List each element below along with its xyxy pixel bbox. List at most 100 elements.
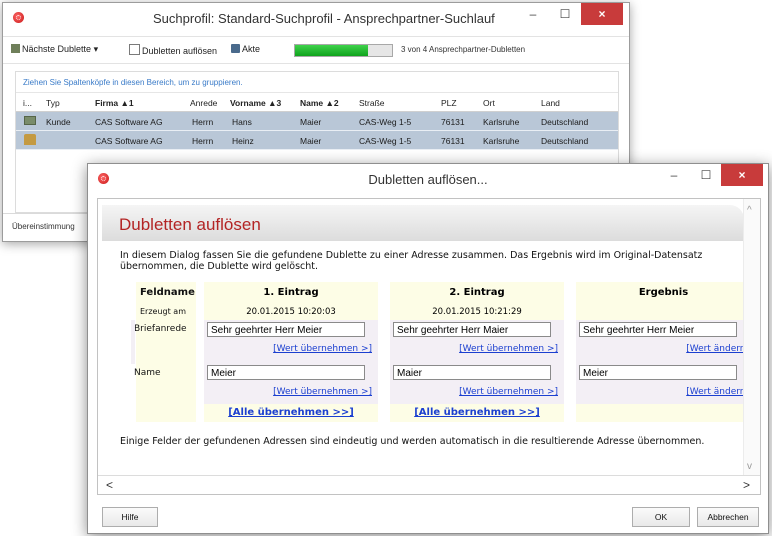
cell-zip: 76131 — [441, 117, 465, 127]
cell-lastname: Maier — [300, 136, 322, 146]
entry2-take-salutation-link[interactable]: [Wert übernehmen >] — [459, 344, 558, 354]
col-header-firstname[interactable]: Vorname ▲3 — [230, 98, 281, 108]
col-header-street[interactable]: Straße — [359, 98, 385, 108]
cell-country: Deutschland — [541, 136, 589, 146]
entry2-header: 2. Eintrag — [449, 287, 505, 298]
status-tab[interactable]: Übereinstimmung — [3, 213, 93, 240]
group-hint[interactable]: Ziehen Sie Spaltenköpfe in diesen Bereic… — [23, 78, 243, 87]
resolve-duplicates-dialog: Dubletten auflösen... – ☐ × Dubletten au… — [87, 163, 769, 534]
customer-icon — [24, 116, 36, 125]
col-header-country[interactable]: Land — [541, 98, 560, 108]
cell-firstname: Heinz — [232, 136, 254, 146]
cell-lastname: Maier — [300, 117, 322, 127]
compare-table: Feldname Erzeugt am Briefanrede Name 1. … — [131, 282, 751, 422]
window-title: Suchprofil: Standard-Suchprofil - Anspre… — [153, 11, 495, 26]
cell-type: Kunde — [46, 117, 71, 127]
maximize-button[interactable]: ☐ — [551, 3, 579, 25]
entry1-header: 1. Eintrag — [263, 287, 319, 298]
field-name-header: Feldname — [140, 287, 195, 298]
progress-fill — [295, 45, 368, 56]
resolve-duplicates-button[interactable]: Dubletten auflösen — [129, 44, 217, 56]
cell-salutation: Herrn — [192, 136, 214, 146]
col-header-zip[interactable]: PLZ — [441, 98, 457, 108]
folder-icon — [231, 44, 240, 53]
close-button[interactable]: × — [581, 3, 623, 25]
maximize-button[interactable]: ☐ — [692, 164, 720, 186]
dialog-footer: Hilfe OK Abbrechen — [88, 497, 768, 533]
intro-text: In diesem Dialog fassen Sie die gefunden… — [120, 250, 703, 272]
entry1-take-all-link[interactable]: [Alle übernehmen >>] — [204, 407, 378, 418]
progress-bar — [294, 44, 393, 57]
title-bar: Suchprofil: Standard-Suchprofil - Anspre… — [3, 3, 629, 33]
dialog-content: Dubletten auflösen In diesem Dialog fass… — [97, 198, 761, 495]
scroll-left-icon[interactable]: < — [106, 478, 113, 492]
scroll-down-icon[interactable]: v — [747, 461, 752, 472]
entry2-salutation-field[interactable]: Sehr geehrter Herr Maier — [393, 322, 551, 337]
col-header-lastname[interactable]: Name ▲2 — [300, 98, 339, 108]
salutation-label: Briefanrede — [134, 324, 187, 334]
change-salutation-link[interactable]: [Wert ändern] — [686, 344, 749, 354]
minimize-button[interactable]: – — [660, 164, 688, 186]
help-button[interactable]: Hilfe — [102, 507, 158, 527]
cell-city: Karlsruhe — [483, 117, 520, 127]
col-header-info[interactable]: i... — [23, 98, 32, 108]
entry1-name-field[interactable]: Meier — [207, 365, 365, 380]
entry2-date: 20.01.2015 10:21:29 — [432, 307, 522, 317]
scroll-right-icon[interactable]: > — [743, 478, 750, 492]
created-label: Erzeugt am — [140, 307, 186, 316]
close-button[interactable]: × — [721, 164, 763, 186]
minimize-button[interactable]: – — [519, 3, 547, 25]
next-duplicate-button[interactable]: Nächste Dublette ▾ — [11, 44, 98, 55]
status-tab-label: Übereinstimmung — [12, 222, 75, 231]
person-icon — [11, 44, 20, 53]
entry2-column: 2. Eintrag 20.01.2015 10:21:29 Sehr geeh… — [390, 282, 564, 422]
progress-text: 3 von 4 Ansprechpartner-Dubletten — [401, 45, 526, 54]
dropdown-arrow-icon[interactable]: ▾ — [94, 44, 99, 54]
cell-company: CAS Software AG — [95, 136, 163, 146]
document-icon — [129, 44, 140, 55]
cell-street: CAS-Weg 1-5 — [359, 117, 412, 127]
cell-firstname: Hans — [232, 117, 252, 127]
col-header-city[interactable]: Ort — [483, 98, 495, 108]
cell-city: Karlsruhe — [483, 136, 520, 146]
result-salutation-field[interactable]: Sehr geehrter Herr Meier — [579, 322, 737, 337]
table-row[interactable]: Kunde CAS Software AG Herrn Hans Maier C… — [16, 112, 618, 131]
vertical-scrollbar[interactable]: ^ v — [743, 199, 760, 494]
entry1-column: 1. Eintrag 20.01.2015 10:20:03 Sehr geeh… — [204, 282, 378, 422]
salutation-row-marker — [131, 320, 135, 364]
col-header-type[interactable]: Typ — [46, 98, 60, 108]
entry2-take-all-link[interactable]: [Alle übernehmen >>] — [390, 407, 564, 418]
file-button[interactable]: Akte — [231, 44, 260, 54]
entry1-take-name-link[interactable]: [Wert übernehmen >] — [273, 387, 372, 397]
next-duplicate-label: Nächste Dublette — [22, 44, 92, 54]
cell-street: CAS-Weg 1-5 — [359, 136, 412, 146]
cell-zip: 76131 — [441, 136, 465, 146]
entry2-name-field[interactable]: Maier — [393, 365, 551, 380]
col-header-company[interactable]: Firma ▲1 — [95, 98, 134, 108]
contact-person-icon — [24, 134, 36, 145]
result-name-field[interactable]: Meier — [579, 365, 737, 380]
cell-country: Deutschland — [541, 117, 589, 127]
change-name-link[interactable]: [Wert ändern] — [686, 387, 749, 397]
entry2-take-name-link[interactable]: [Wert übernehmen >] — [459, 387, 558, 397]
entry1-take-salutation-link[interactable]: [Wert übernehmen >] — [273, 344, 372, 354]
result-header: Ergebnis — [638, 287, 689, 298]
cancel-button[interactable]: Abbrechen — [697, 507, 759, 527]
horizontal-scrollbar[interactable]: < > — [98, 475, 760, 494]
grid-header: i... Typ Firma ▲1 Anrede Vorname ▲3 Name… — [16, 92, 618, 112]
table-row[interactable]: CAS Software AG Herrn Heinz Maier CAS-We… — [16, 131, 618, 150]
file-label: Akte — [242, 44, 261, 54]
ok-button[interactable]: OK — [632, 507, 690, 527]
cell-company: CAS Software AG — [95, 117, 163, 127]
col-header-salutation[interactable]: Anrede — [190, 98, 217, 108]
scroll-up-icon[interactable]: ^ — [747, 205, 752, 216]
auto-merge-note: Einige Felder der gefundenen Adressen si… — [120, 436, 705, 447]
entry1-date: 20.01.2015 10:20:03 — [246, 307, 336, 317]
cell-salutation: Herrn — [192, 117, 214, 127]
entry1-salutation-field[interactable]: Sehr geehrter Herr Meier — [207, 322, 365, 337]
dialog-title-bar: Dubletten auflösen... – ☐ × — [88, 164, 768, 194]
app-logo-icon — [13, 12, 24, 23]
field-name-column: Feldname Erzeugt am Briefanrede Name — [131, 282, 196, 422]
resolve-duplicates-label: Dubletten auflösen — [142, 46, 218, 56]
name-label: Name — [134, 368, 161, 378]
